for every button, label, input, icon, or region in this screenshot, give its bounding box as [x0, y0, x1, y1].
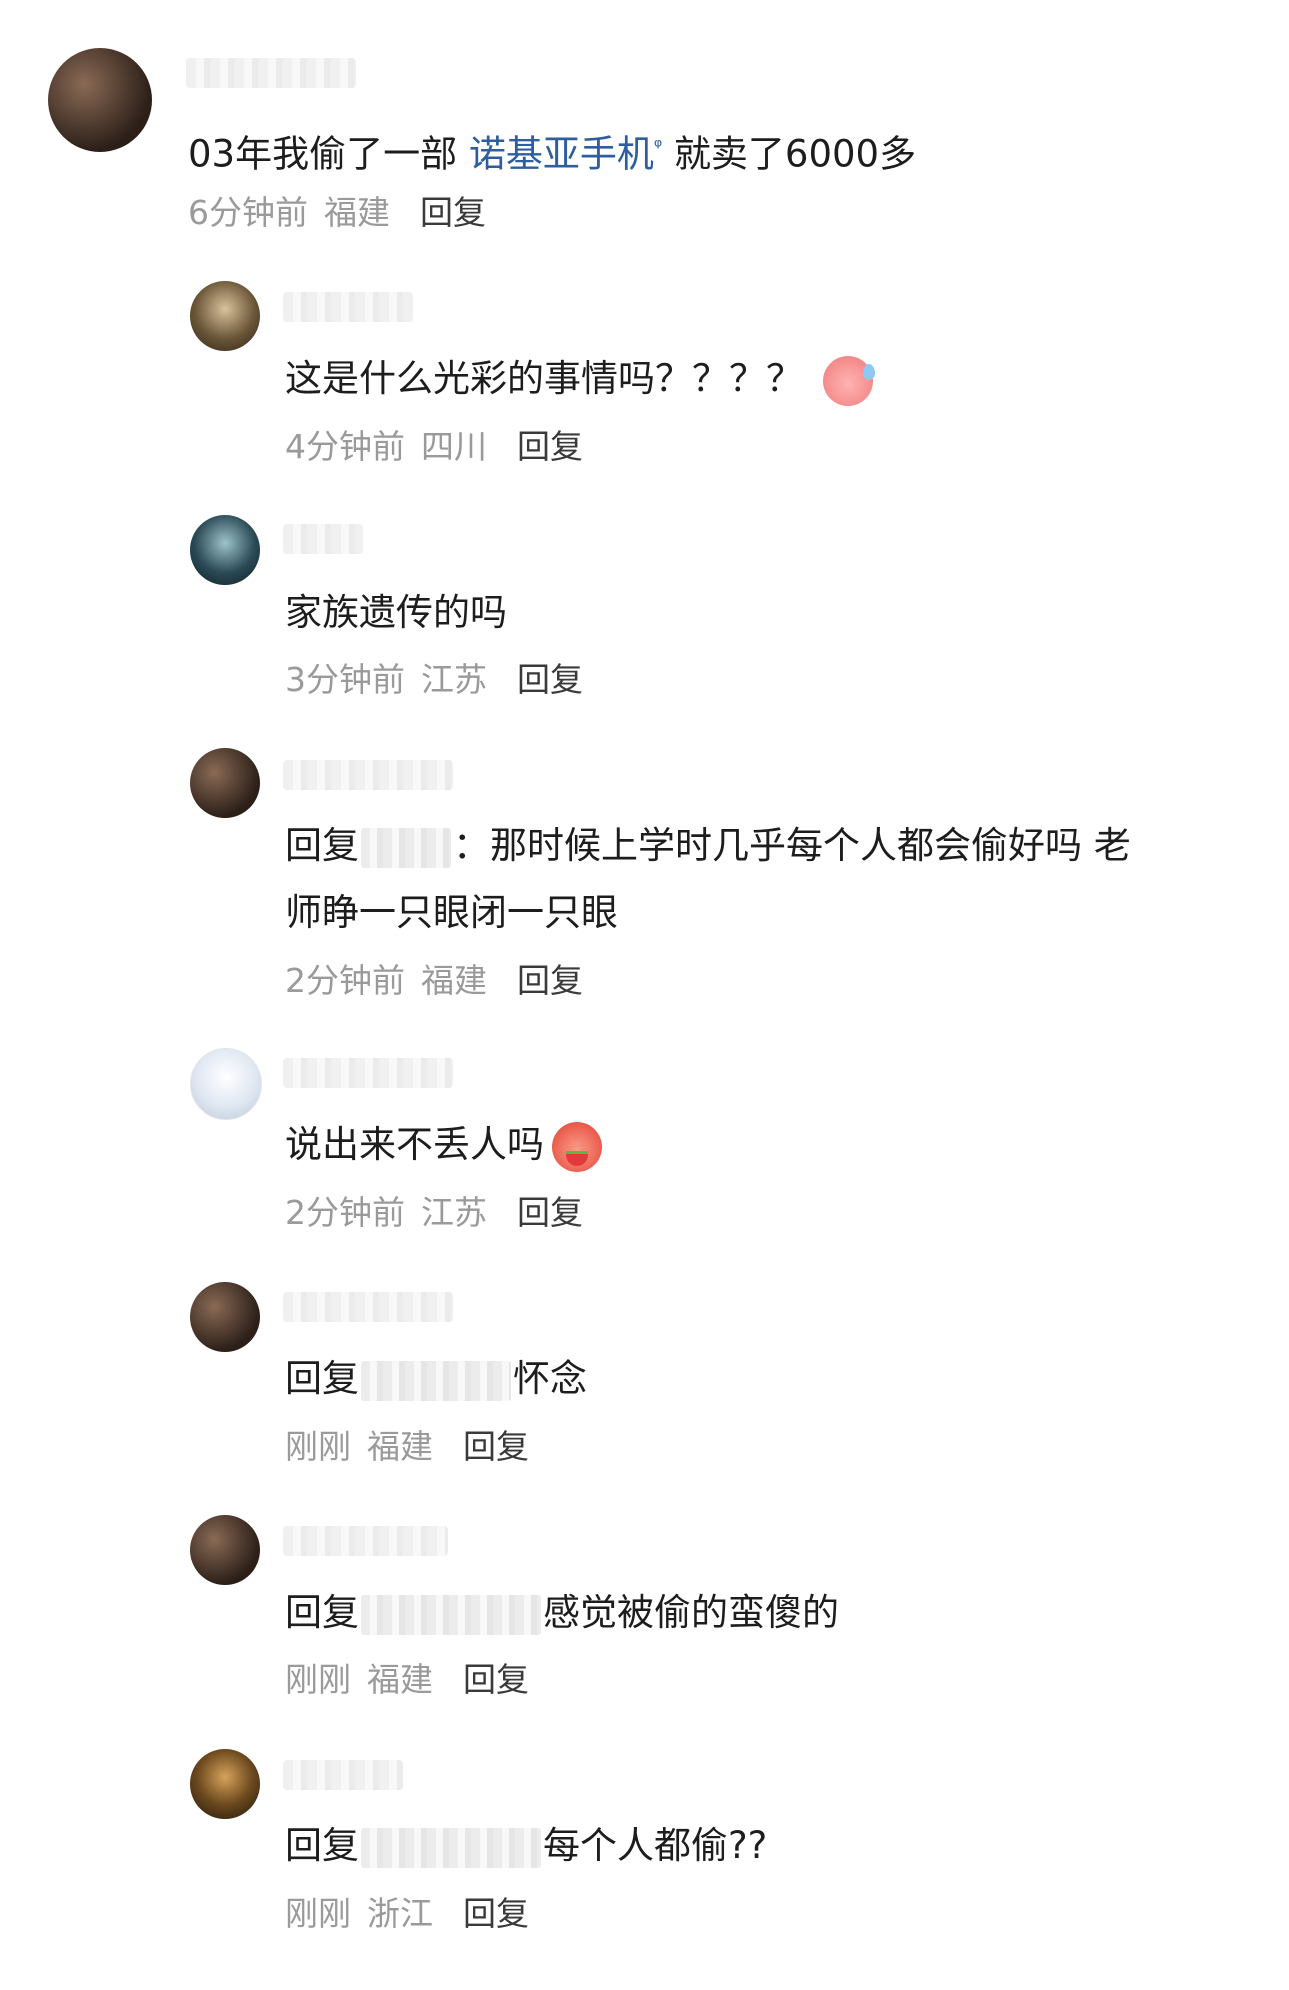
search-icon: ᵠ [653, 134, 663, 158]
mention-blurred[interactable] [361, 827, 451, 868]
region: 江苏 [421, 660, 487, 699]
mention-blurred[interactable] [361, 1594, 541, 1635]
comment-text-part: ：那时候上学时几乎每个人都会偷好吗 老 [453, 824, 1131, 867]
comment-meta: 刚刚 福建 回复 [285, 1657, 545, 1703]
username-blurred[interactable] [283, 760, 453, 790]
reply-button[interactable]: 回复 [517, 660, 583, 699]
avatar[interactable] [190, 515, 260, 585]
comment-text-line2: 师睁一只眼闭一只眼 [285, 891, 618, 934]
reply-button[interactable]: 回复 [517, 427, 583, 466]
comment-text: 说出来不丢人吗 [285, 1112, 602, 1178]
comment-text-part: 03年我偷了一部 [188, 132, 458, 176]
comment-meta: 2分钟前 福建 回复 [285, 958, 599, 1004]
timestamp: 刚刚 [285, 1427, 351, 1466]
timestamp: 2分钟前 [285, 961, 405, 1000]
sweat-emoji-icon [822, 355, 875, 406]
avatar[interactable] [190, 1515, 260, 1585]
avatar[interactable] [48, 48, 152, 152]
username-blurred[interactable] [186, 58, 356, 88]
reply-button[interactable]: 回复 [517, 1193, 583, 1232]
reply-prefix: 回复 [285, 1357, 359, 1400]
timestamp: 3分钟前 [285, 660, 405, 699]
avatar[interactable] [190, 1749, 260, 1819]
username-blurred[interactable] [283, 292, 413, 322]
username-blurred[interactable] [283, 1526, 448, 1556]
comment-text: 回复 怀念 [285, 1346, 587, 1412]
reply-prefix: 回复 [285, 1824, 359, 1867]
comment-text: 回复 感觉被偷的蛮傻的 [285, 1580, 839, 1646]
timestamp: 4分钟前 [285, 427, 405, 466]
comment-text-part: 每个人都偷?? [543, 1824, 768, 1867]
avatar[interactable] [190, 1048, 262, 1120]
comment-meta: 6分钟前 福建 回复 [188, 190, 502, 236]
reply-button[interactable]: 回复 [463, 1427, 529, 1466]
comment-text: 回复 ：那时候上学时几乎每个人都会偷好吗 老 [285, 813, 1131, 879]
reply-prefix: 回复 [285, 1591, 359, 1634]
comment-text-part: 就卖了6000多 [673, 132, 917, 176]
keyword-link[interactable]: 诺基亚手机 [469, 132, 654, 175]
username-blurred[interactable] [283, 1058, 453, 1088]
timestamp: 刚刚 [285, 1894, 351, 1933]
mention-blurred[interactable] [361, 1360, 511, 1401]
reply-button[interactable]: 回复 [463, 1894, 529, 1933]
region: 福建 [367, 1660, 433, 1699]
comment-text-part: 说出来不丢人吗 [285, 1123, 544, 1166]
comment-text: 这是什么光彩的事情吗？？？？ [285, 346, 875, 412]
avatar[interactable] [190, 1282, 260, 1352]
comment-text: 03年我偷了一部 诺基亚手机ᵠ 就卖了6000多 [188, 113, 916, 187]
comment-meta: 2分钟前 江苏 回复 [285, 1190, 599, 1236]
comment-text-part: 感觉被偷的蛮傻的 [543, 1591, 839, 1634]
timestamp: 2分钟前 [285, 1193, 405, 1232]
comment-meta: 4分钟前 四川 回复 [285, 424, 599, 470]
region: 四川 [421, 427, 487, 466]
region: 福建 [367, 1427, 433, 1466]
comment-text: 回复 每个人都偷?? [285, 1813, 767, 1879]
avatar[interactable] [190, 748, 260, 818]
mention-blurred[interactable] [361, 1827, 541, 1868]
comment-meta: 3分钟前 江苏 回复 [285, 657, 599, 703]
comment-meta: 刚刚 浙江 回复 [285, 1891, 545, 1937]
comment-text: 家族遗传的吗 [285, 591, 507, 634]
avatar[interactable] [190, 281, 260, 351]
reply-button[interactable]: 回复 [463, 1660, 529, 1699]
region: 福建 [421, 961, 487, 1000]
username-blurred[interactable] [283, 1760, 403, 1790]
username-blurred[interactable] [283, 524, 363, 554]
comment-text-part: 怀念 [513, 1357, 587, 1400]
region: 浙江 [367, 1894, 433, 1933]
reply-prefix: 回复 [285, 824, 359, 867]
reply-button[interactable]: 回复 [517, 961, 583, 1000]
comment-text-part: 这是什么光彩的事情吗？？？？ [285, 357, 803, 400]
watermelon-emoji-icon [552, 1121, 602, 1172]
username-blurred[interactable] [283, 1292, 453, 1322]
timestamp: 刚刚 [285, 1660, 351, 1699]
comment-meta: 刚刚 福建 回复 [285, 1424, 545, 1470]
reply-button[interactable]: 回复 [420, 193, 486, 232]
region: 福建 [324, 193, 390, 232]
region: 江苏 [421, 1193, 487, 1232]
timestamp: 6分钟前 [188, 193, 308, 232]
